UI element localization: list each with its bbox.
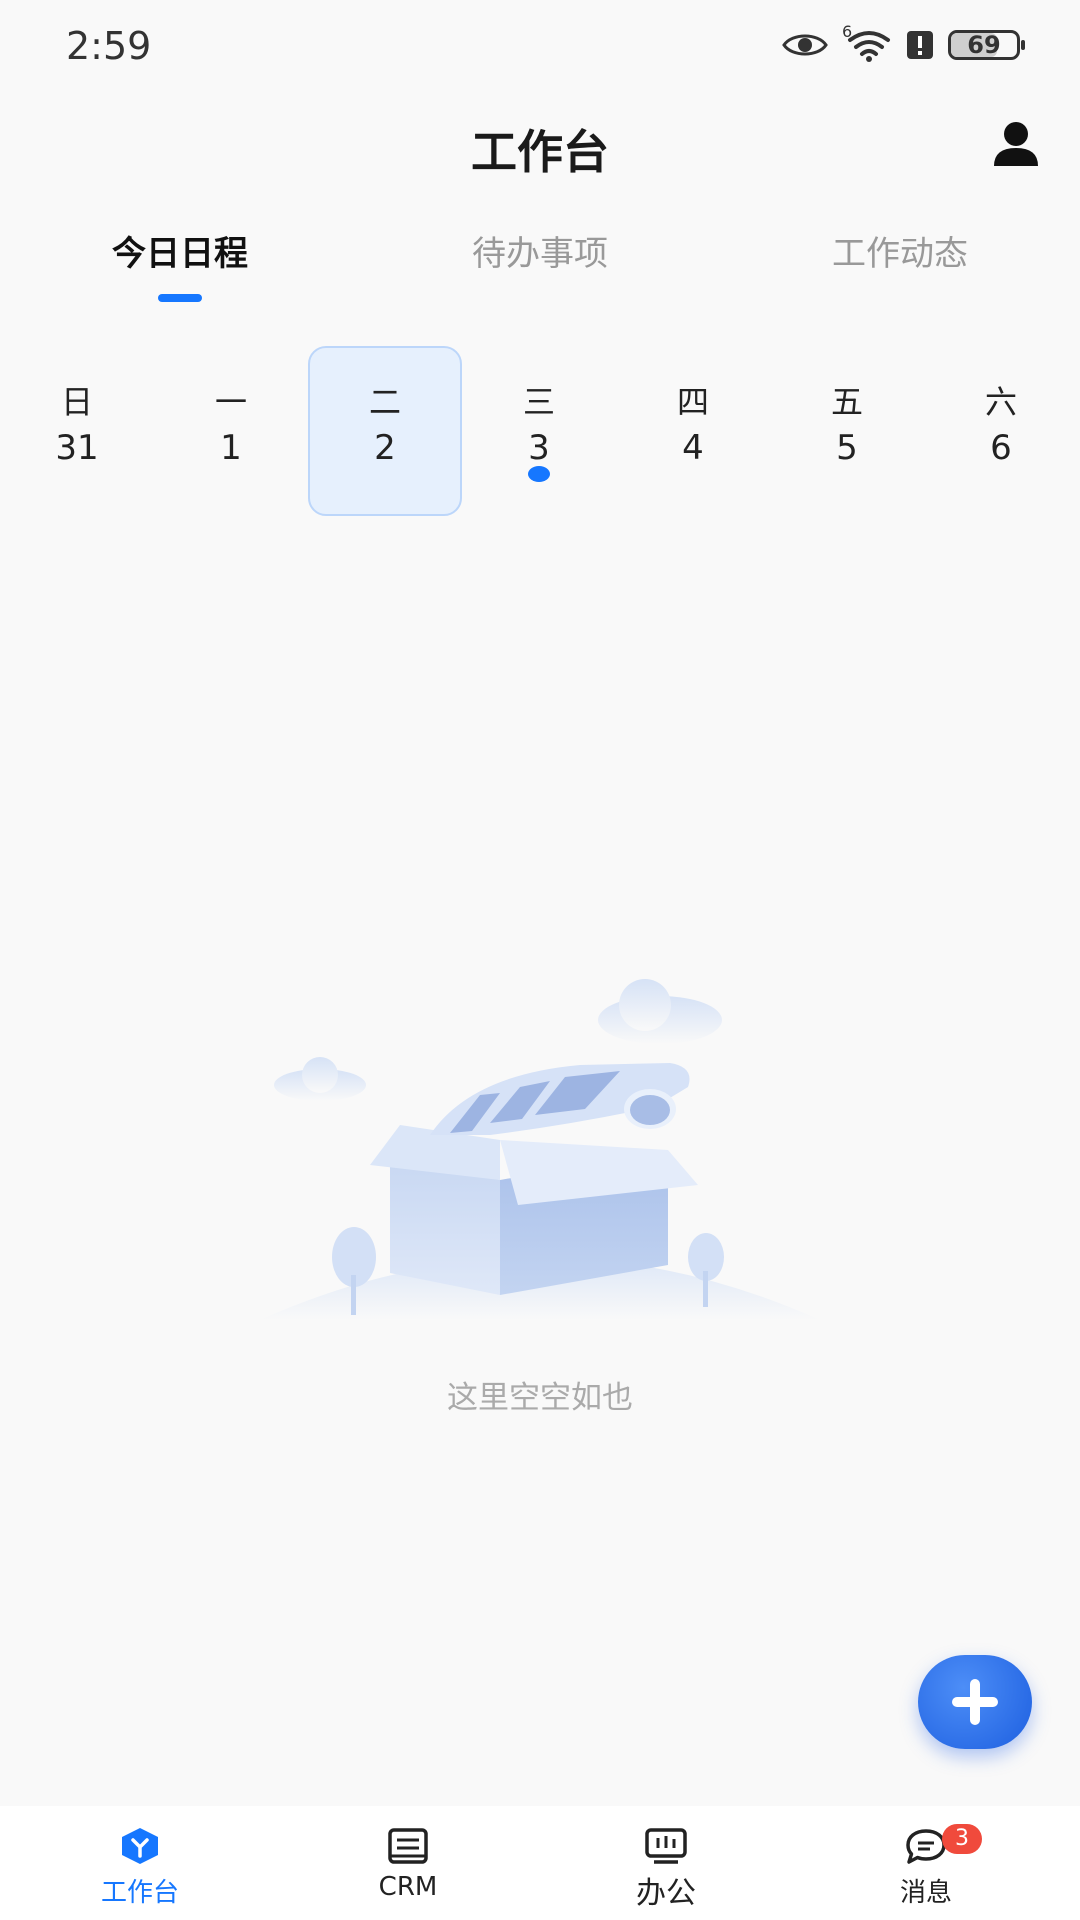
day-weekday: 六 [984, 383, 1017, 421]
profile-button[interactable] [990, 118, 1042, 170]
event-dot [528, 466, 550, 482]
status-icons: 6 69 [782, 22, 1025, 62]
eye-icon [782, 34, 828, 56]
tab-today-schedule[interactable]: 今日日程 [30, 226, 330, 275]
workbench-icon [122, 1828, 158, 1864]
empty-box-illustration [260, 979, 820, 1320]
battery-indicator: 69 [948, 30, 1025, 60]
wifi-icon [848, 31, 890, 62]
day-weekday: 二 [368, 383, 401, 421]
plus-icon [952, 1679, 998, 1725]
nav-label: CRM [378, 1872, 438, 1902]
office-icon [645, 1828, 687, 1864]
nav-label: 消息 [899, 1878, 952, 1908]
nav-label: 办公 [636, 1876, 696, 1911]
status-time: 2:59 [66, 24, 152, 68]
day-cell[interactable]: 一 1 [154, 346, 308, 516]
day-date: 3 [528, 428, 550, 468]
day-weekday: 四 [676, 383, 709, 421]
crm-icon [388, 1828, 428, 1864]
day-cell[interactable]: 三 3 [462, 346, 616, 516]
user-icon [994, 122, 1038, 166]
day-date: 1 [220, 428, 242, 468]
day-weekday: 一 [214, 383, 247, 421]
day-weekday: 三 [522, 383, 555, 421]
message-icon [906, 1829, 946, 1864]
empty-state-text: 这里空空如也 [447, 1380, 633, 1416]
add-button[interactable] [918, 1655, 1032, 1749]
tab-todo[interactable]: 待办事项 [390, 226, 690, 275]
app-header: 工作台 [0, 100, 1080, 190]
day-cell-selected[interactable]: 二 2 [308, 346, 462, 516]
bottom-nav: 工作台 CRM 办公 3 消息 [0, 1806, 1080, 1920]
unread-badge: 3 [942, 1824, 982, 1854]
nav-office[interactable]: 办公 [566, 1806, 766, 1920]
day-cell[interactable]: 日 31 [0, 346, 154, 516]
day-date: 2 [374, 428, 396, 468]
page-title: 工作台 [471, 125, 609, 179]
day-cell[interactable]: 四 4 [616, 346, 770, 516]
day-weekday: 日 [60, 383, 93, 421]
tab-bar: 今日日程 待办事项 工作动态 [0, 220, 1080, 310]
tab-work-updates[interactable]: 工作动态 [750, 226, 1050, 275]
nav-workbench[interactable]: 工作台 [40, 1806, 240, 1920]
nav-messages[interactable]: 3 消息 [826, 1806, 1026, 1920]
nav-crm[interactable]: CRM [308, 1806, 508, 1920]
day-cell[interactable]: 五 5 [770, 346, 924, 516]
day-weekday: 五 [830, 383, 863, 421]
week-calendar: 日 31 一 1 二 2 三 3 四 4 五 5 六 6 [0, 346, 1080, 516]
day-date: 5 [836, 428, 858, 468]
day-date: 6 [990, 428, 1012, 468]
tab-indicator [158, 294, 202, 302]
day-cell[interactable]: 六 6 [924, 346, 1078, 516]
battery-level: 69 [967, 31, 1001, 59]
nav-label: 工作台 [100, 1878, 179, 1908]
day-date: 4 [682, 428, 704, 468]
signal-indicator: 6 [842, 22, 892, 62]
alert-icon [907, 31, 933, 59]
status-bar: 2:59 6 69 [0, 0, 1080, 100]
day-date: 31 [55, 428, 99, 468]
